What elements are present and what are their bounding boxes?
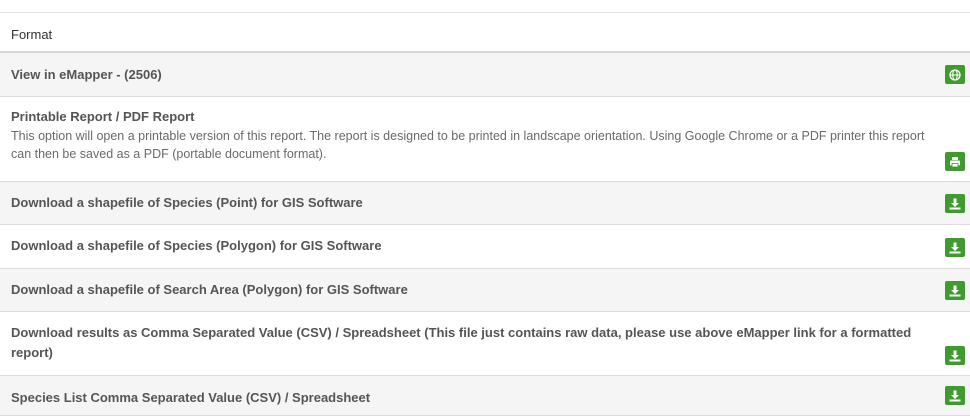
column-header-format: Format <box>11 27 53 42</box>
download-shapefile-species-point-button[interactable] <box>945 194 965 213</box>
row-label: Species List Comma Separated Value (CSV)… <box>11 390 371 405</box>
view-in-emapper-button[interactable] <box>945 65 965 84</box>
row-shapefile-search-area: Download a shapefile of Search Area (Pol… <box>0 269 970 312</box>
export-format-table: Format View in eMapper - (2506) Printabl… <box>0 12 970 416</box>
download-shapefile-species-polygon-button[interactable] <box>945 238 965 257</box>
row-printable-report: Printable Report / PDF Report This optio… <box>0 97 970 182</box>
row-label: View in eMapper - (2506) <box>11 67 162 82</box>
download-species-list-csv-button[interactable] <box>945 386 965 405</box>
download-icon <box>949 390 961 401</box>
row-label: Download results as Comma Separated Valu… <box>11 325 912 360</box>
row-label: Download a shapefile of Search Area (Pol… <box>11 282 408 297</box>
download-icon <box>949 350 961 361</box>
row-description: This option will open a printable versio… <box>11 129 925 161</box>
download-csv-button[interactable] <box>945 346 965 365</box>
row-download-csv: Download results as Comma Separated Valu… <box>0 312 970 376</box>
download-icon <box>949 198 961 209</box>
row-view-in-emapper: View in eMapper - (2506) <box>0 53 970 97</box>
table-header-row: Format <box>0 13 970 53</box>
print-icon <box>950 156 960 167</box>
download-icon <box>949 285 961 296</box>
download-shapefile-search-area-button[interactable] <box>945 281 965 300</box>
globe-icon <box>949 68 961 81</box>
row-shapefile-species-point: Download a shapefile of Species (Point) … <box>0 182 970 225</box>
row-label: Download a shapefile of Species (Polygon… <box>11 238 382 253</box>
row-label: Printable Report / PDF Report <box>11 109 195 124</box>
printable-report-button[interactable] <box>945 152 965 171</box>
row-label: Download a shapefile of Species (Point) … <box>11 195 363 210</box>
row-species-list-csv: Species List Comma Separated Value (CSV)… <box>0 376 970 416</box>
download-icon <box>949 242 961 253</box>
row-shapefile-species-polygon: Download a shapefile of Species (Polygon… <box>0 225 970 269</box>
